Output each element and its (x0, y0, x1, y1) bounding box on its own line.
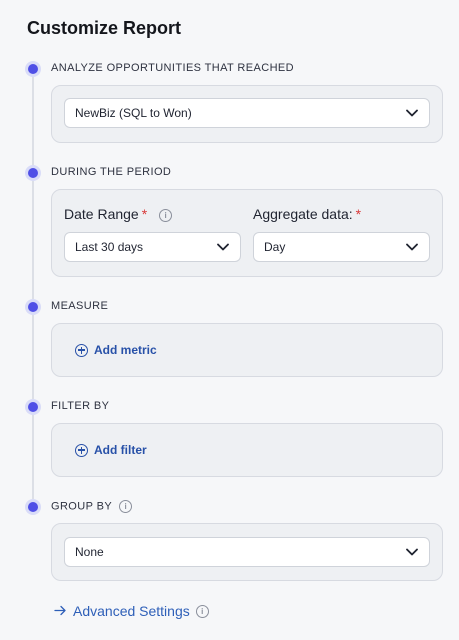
chevron-down-icon (405, 106, 419, 120)
advanced-settings-link[interactable]: Advanced Settings i (54, 603, 209, 619)
section-label-filter: FILTER BY (51, 400, 110, 412)
section-label-measure: MEASURE (51, 300, 109, 312)
step-dot-analyze (25, 61, 41, 77)
info-icon[interactable]: i (195, 604, 209, 618)
chevron-down-icon (405, 545, 419, 559)
step-dot-group (25, 499, 41, 515)
section-label-analyze: ANALYZE OPPORTUNITIES THAT REACHED (51, 62, 295, 74)
required-mark: * (141, 206, 148, 222)
analyze-select-value: NewBiz (SQL to Won) (75, 106, 192, 120)
aggregate-label: Aggregate data: * (253, 206, 361, 222)
chevron-down-icon (216, 240, 230, 254)
filter-card: Add filter (51, 423, 443, 477)
add-metric-button[interactable]: Add metric (75, 343, 157, 357)
group-by-value: None (75, 545, 104, 559)
step-rail (32, 69, 34, 507)
date-range-label: Date Range * i (64, 206, 173, 222)
plus-circle-icon (75, 443, 88, 457)
add-metric-label: Add metric (94, 343, 157, 357)
analyze-select[interactable]: NewBiz (SQL to Won) (64, 98, 430, 128)
page-title: Customize Report (27, 18, 182, 38)
group-card: None (51, 523, 443, 581)
group-by-select[interactable]: None (64, 537, 430, 567)
aggregate-select[interactable]: Day (253, 232, 430, 262)
step-dot-measure (25, 299, 41, 315)
analyze-card: NewBiz (SQL to Won) (51, 85, 443, 143)
aggregate-label-text: Aggregate data: (253, 206, 353, 222)
info-icon[interactable]: i (159, 208, 173, 222)
period-card: Date Range * i Aggregate data: * Last 30 d… (51, 189, 443, 277)
chevron-down-icon (405, 240, 419, 254)
date-range-value: Last 30 days (75, 240, 144, 254)
add-filter-label: Add filter (94, 443, 147, 457)
group-label-text: GROUP BY (51, 500, 112, 513)
add-filter-button[interactable]: Add filter (75, 443, 147, 457)
plus-circle-icon (75, 343, 88, 357)
step-dot-filter (25, 399, 41, 415)
info-icon[interactable]: i (119, 500, 133, 513)
measure-card: Add metric (51, 323, 443, 377)
required-mark: * (355, 206, 362, 222)
step-dot-period (25, 165, 41, 181)
aggregate-value: Day (264, 240, 286, 254)
date-range-select[interactable]: Last 30 days (64, 232, 241, 262)
advanced-settings-label: Advanced Settings (73, 603, 190, 619)
section-label-period: DURING THE PERIOD (51, 166, 172, 178)
arrow-right-icon (54, 603, 67, 619)
section-label-group: GROUP BY i (51, 500, 133, 513)
date-range-label-text: Date Range (64, 206, 139, 222)
